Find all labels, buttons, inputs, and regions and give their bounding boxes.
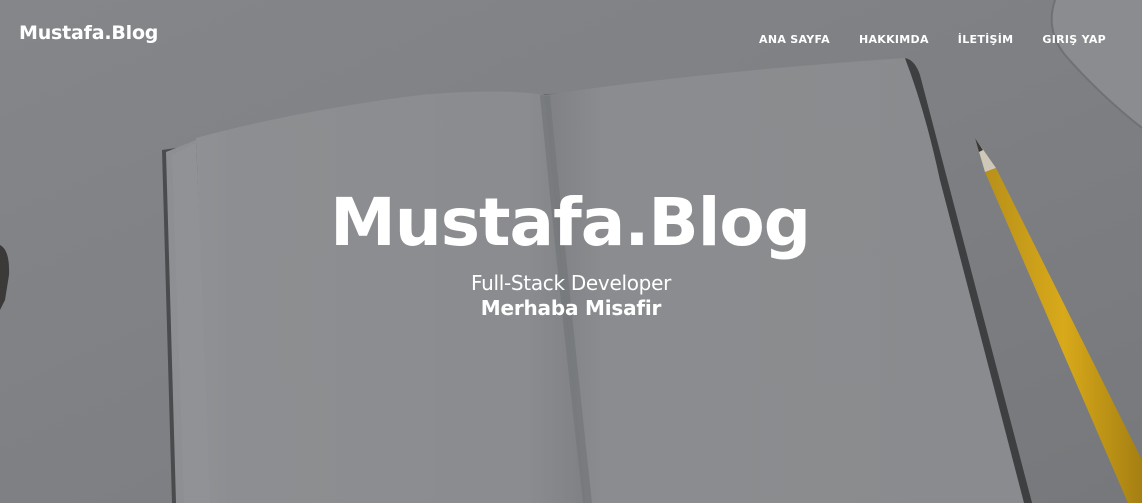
main-navbar: Mustafa.Blog ANA SAYFA HAKKIMDA İLETİŞİM… [0,0,1142,70]
site-heading-block: Mustafa.Blog Full-Stack Developer Merhab… [0,178,1142,320]
nav-link-giris-yap[interactable]: GIRIŞ YAP [1042,33,1106,46]
nav-item-iletisim: İLETİŞİM [958,28,1014,47]
navbar-menu: ANA SAYFA HAKKIMDA İLETİŞİM GIRIŞ YAP [730,28,1106,47]
nav-item-hakkimda: HAKKIMDA [859,28,929,47]
nav-link-ana-sayfa[interactable]: ANA SAYFA [759,33,830,46]
site-subtitle: Full-Stack Developer [470,271,671,295]
masthead: Mustafa.Blog ANA SAYFA HAKKIMDA İLETİŞİM… [0,0,1142,503]
site-title: Mustafa.Blog [330,184,811,261]
nav-link-iletisim[interactable]: İLETİŞİM [958,33,1014,46]
navbar-brand-link[interactable]: Mustafa.Blog [19,22,158,44]
nav-item-ana-sayfa: ANA SAYFA [759,28,830,47]
nav-link-hakkimda[interactable]: HAKKIMDA [859,33,929,46]
visitor-greeting: Merhaba Misafir [480,296,662,320]
nav-item-giris-yap: GIRIŞ YAP [1042,28,1106,47]
